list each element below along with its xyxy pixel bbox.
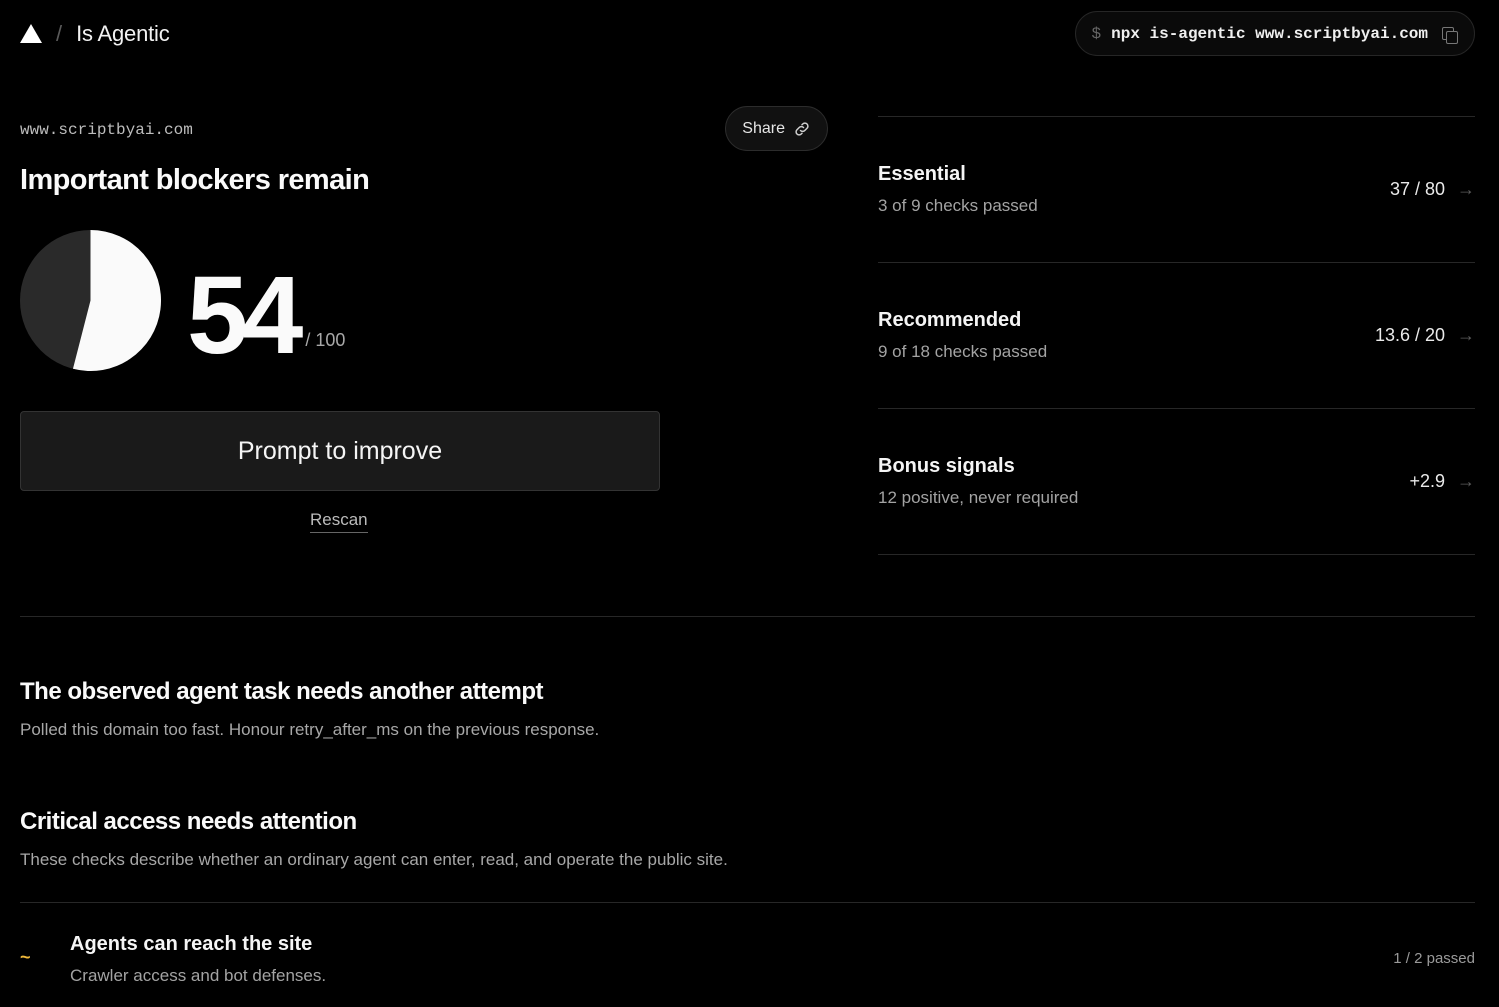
- category-name: Recommended: [878, 309, 1022, 331]
- category-summary: 12 positive, never required: [878, 488, 1079, 507]
- category-name: Essential: [878, 163, 966, 185]
- brand: / Is Agentic: [20, 21, 170, 47]
- command-prompt-symbol: $: [1091, 24, 1102, 43]
- category-info: Recommended 9 of 18 checks passed: [878, 309, 1047, 362]
- rescan-link[interactable]: Rescan: [310, 510, 368, 533]
- category-info: Bonus signals 12 positive, never require…: [878, 455, 1078, 508]
- app-title[interactable]: Is Agentic: [76, 21, 170, 47]
- check-subtitle: Crawler access and bot defenses.: [70, 966, 327, 985]
- notice-description: Polled this domain too fast. Honour retr…: [20, 720, 600, 739]
- arrow-right-icon: →: [1457, 325, 1475, 345]
- critical-access-section: Critical access needs attention These ch…: [20, 808, 1120, 870]
- agent-task-notice: The observed agent task needs another at…: [20, 678, 1120, 740]
- score-max: / 100: [305, 330, 346, 350]
- command-text: npx is-agentic www.scriptbyai.com: [1111, 24, 1428, 43]
- link-icon: [795, 121, 809, 136]
- scanned-domain: www.scriptbyai.com: [20, 121, 193, 139]
- category-score: 13.6 / 20: [1374, 325, 1445, 345]
- check-passed-count: 1 / 2 passed: [1393, 950, 1475, 967]
- breadcrumb-separator: /: [56, 20, 63, 46]
- section-divider: [20, 616, 1475, 617]
- verdict-heading: Important blockers remain: [20, 164, 370, 196]
- category-summary: 3 of 9 checks passed: [878, 196, 1038, 215]
- arrow-right-icon: →: [1457, 179, 1475, 199]
- category-name: Bonus signals: [878, 455, 1015, 477]
- notice-title: The observed agent task needs another at…: [20, 678, 543, 705]
- critical-title: Critical access needs attention: [20, 808, 357, 835]
- share-label: Share: [742, 119, 785, 137]
- copy-icon[interactable]: [1440, 25, 1458, 44]
- category-row-recommended[interactable]: Recommended 9 of 18 checks passed 13.6 /…: [878, 263, 1475, 409]
- category-list: Essential 3 of 9 checks passed 37 / 80 →…: [878, 116, 1475, 555]
- score-pie-chart: [20, 230, 161, 371]
- score-value: 54: [187, 254, 303, 377]
- category-row-essential[interactable]: Essential 3 of 9 checks passed 37 / 80 →: [878, 117, 1475, 263]
- category-score: +2.9: [1409, 471, 1445, 491]
- score-display: 54 / 100: [20, 230, 345, 371]
- command-pill[interactable]: $ npx is-agentic www.scriptbyai.com: [1074, 11, 1475, 56]
- check-row-reach-site[interactable]: ~ Agents can reach the site Crawler acce…: [20, 902, 1475, 1007]
- top-bar: / Is Agentic $ npx is-agentic www.script…: [20, 11, 1475, 56]
- prompt-to-improve-button[interactable]: Prompt to improve: [20, 411, 660, 491]
- category-score: 37 / 80: [1389, 179, 1445, 199]
- category-score-group: +2.9 →: [1409, 471, 1475, 492]
- share-button[interactable]: Share: [725, 106, 828, 151]
- tilde-icon: ~: [20, 947, 31, 967]
- category-score-group: 13.6 / 20 →: [1375, 325, 1475, 346]
- category-info: Essential 3 of 9 checks passed: [878, 163, 1038, 216]
- triangle-logo-icon[interactable]: [20, 24, 42, 43]
- check-title: Agents can reach the site: [70, 933, 313, 955]
- category-summary: 9 of 18 checks passed: [878, 342, 1048, 361]
- critical-description: These checks describe whether an ordinar…: [20, 850, 728, 869]
- arrow-right-icon: →: [1457, 471, 1475, 491]
- category-row-bonus-signals[interactable]: Bonus signals 12 positive, never require…: [878, 409, 1475, 555]
- category-score-group: 37 / 80 →: [1390, 179, 1475, 200]
